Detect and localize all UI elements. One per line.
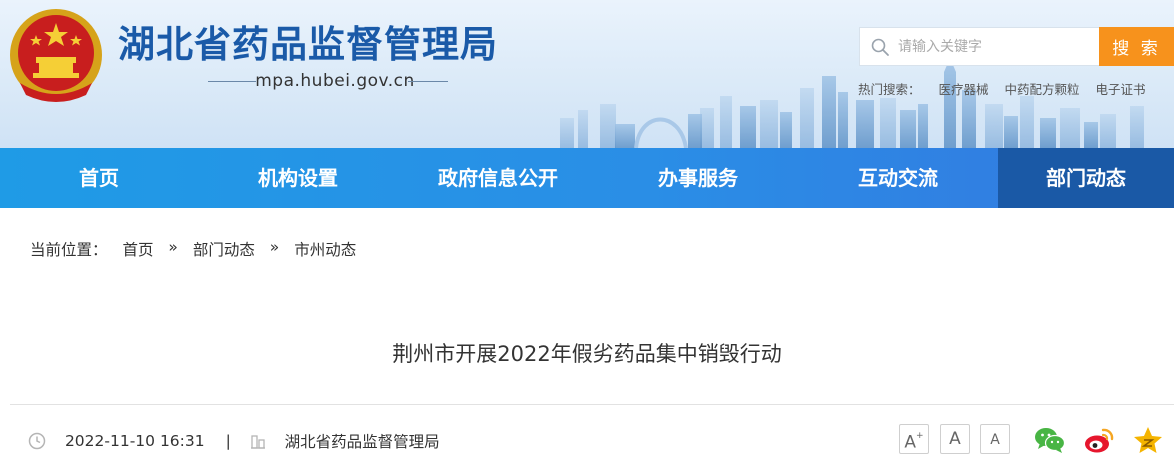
site-domain: mpa.hubei.gov.cn bbox=[255, 71, 415, 91]
search-icon bbox=[871, 38, 889, 56]
search-button[interactable]: 搜 索 bbox=[1099, 27, 1174, 66]
hot-search-item[interactable]: 医疗器械 bbox=[939, 79, 989, 98]
article-source: 湖北省药品监督管理局 bbox=[284, 433, 440, 451]
clock-icon bbox=[28, 432, 46, 450]
article-title: 荆州市开展2022年假劣药品集中销毁行动 bbox=[392, 342, 782, 366]
site-title[interactable]: 湖北省药品监督管理局 bbox=[118, 14, 498, 68]
nav-item-department-news[interactable]: 部门动态 bbox=[998, 148, 1174, 208]
nav-item-organization[interactable]: 机构设置 bbox=[198, 148, 398, 208]
source-building-icon bbox=[250, 435, 265, 449]
font-decrease-button[interactable]: A bbox=[980, 424, 1010, 454]
breadcrumb-link-department-news[interactable]: 部门动态 bbox=[193, 238, 255, 260]
meta-separator: | bbox=[225, 432, 231, 450]
national-emblem-icon bbox=[10, 9, 102, 102]
search-box bbox=[859, 27, 1099, 66]
article-meta: 2022-11-10 16:31 | 湖北省药品监督管理局 bbox=[28, 430, 440, 454]
hot-search: 热门搜索： 医疗器械 中药配方颗粒 电子证书 bbox=[858, 79, 1158, 97]
font-decrease-label: A bbox=[990, 432, 1000, 448]
breadcrumb-link-home[interactable]: 首页 bbox=[122, 238, 153, 260]
wechat-icon[interactable] bbox=[1034, 425, 1066, 455]
domain-decor-line-right bbox=[408, 81, 448, 82]
breadcrumb: 当前位置： 首页 » 部门动态 » 市州动态 bbox=[30, 238, 356, 260]
breadcrumb-link-city-news[interactable]: 市州动态 bbox=[294, 238, 356, 260]
nav-item-services[interactable]: 办事服务 bbox=[598, 148, 798, 208]
article-datetime: 2022-11-10 16:31 bbox=[64, 432, 205, 450]
hot-search-item[interactable]: 中药配方颗粒 bbox=[1005, 79, 1080, 98]
main-nav: 首页 机构设置 政府信息公开 办事服务 互动交流 部门动态 bbox=[0, 148, 1174, 208]
font-increase-button[interactable]: A+ bbox=[899, 424, 929, 454]
nav-item-interaction[interactable]: 互动交流 bbox=[798, 148, 998, 208]
breadcrumb-separator: » bbox=[269, 238, 280, 256]
title-divider bbox=[10, 404, 1174, 405]
favorite-star-icon[interactable] bbox=[1132, 425, 1164, 455]
search-input[interactable] bbox=[898, 36, 1093, 58]
font-normal-label: A bbox=[949, 429, 961, 449]
breadcrumb-label: 当前位置： bbox=[30, 241, 108, 259]
nav-item-home[interactable]: 首页 bbox=[0, 148, 198, 208]
hot-search-item[interactable]: 电子证书 bbox=[1096, 79, 1146, 98]
font-increase-plus: + bbox=[916, 431, 924, 441]
font-increase-label: A bbox=[904, 432, 917, 453]
weibo-icon[interactable] bbox=[1083, 425, 1115, 455]
breadcrumb-separator: » bbox=[168, 238, 178, 256]
site-domain-row: mpa.hubei.gov.cn bbox=[208, 70, 448, 94]
font-normal-button[interactable]: A bbox=[940, 424, 970, 454]
hot-search-label: 热门搜索： bbox=[858, 82, 921, 97]
nav-item-gov-info[interactable]: 政府信息公开 bbox=[398, 148, 598, 208]
header-banner: 湖北省药品监督管理局 mpa.hubei.gov.cn 搜 索 热门搜索： 医疗… bbox=[0, 0, 1174, 148]
